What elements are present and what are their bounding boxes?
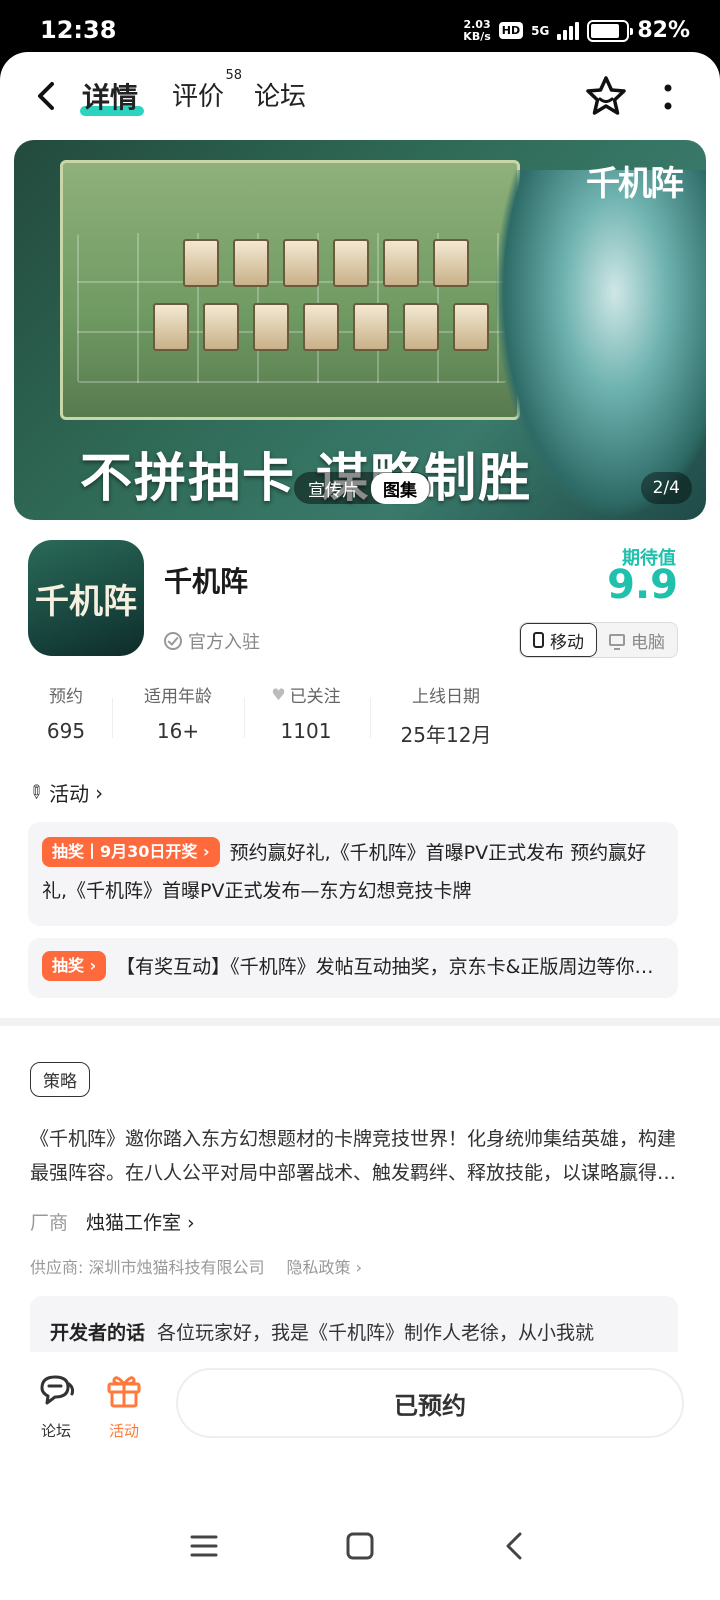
status-time: 12:38	[40, 16, 117, 44]
stat-reservations: 预约 695	[46, 687, 86, 743]
game-description[interactable]: 《千机阵》邀你踏入东方幻想题材的卡牌竞技世界！化身统帅集结英雄，构建最强阵容。在…	[30, 1122, 680, 1190]
stat-age-rating: 适用年龄 16+	[144, 687, 212, 743]
verified-check-icon	[164, 632, 182, 650]
battery-percent: 82%	[637, 18, 690, 43]
battery-icon	[587, 19, 634, 42]
signal-icon	[557, 21, 580, 40]
media-banner[interactable]: 千机阵 不拼抽卡 谋略制胜 宣传片 图集 2/4	[14, 140, 706, 520]
stat-release-date: 上线日期 25年12月	[400, 687, 492, 747]
forum-chat-icon	[40, 1375, 75, 1405]
official-badge: 官方入驻	[164, 628, 260, 654]
stats-row: 预约 695 适用年龄 16+ ♥ 已关注 1101 上线日期 25年12月	[0, 682, 720, 752]
phone-icon	[533, 632, 544, 648]
app-screen: 详情 评价 58 论坛 千机阵 不拼抽卡 谋略制胜 宣传片 图集 2/4 千机阵…	[0, 52, 720, 1600]
activity-card-1[interactable]: 抽奖丨9月30日开奖 › 预约赢好礼,《千机阵》首曝PV正式发布 预约赢好礼,《千…	[28, 822, 678, 926]
computer-icon	[609, 634, 625, 650]
back-icon[interactable]	[30, 76, 64, 116]
gift-icon	[107, 1376, 141, 1408]
top-navigation: 详情 评价 58 论坛	[0, 52, 720, 140]
lottery-badge: 抽奖丨9月30日开奖 ›	[42, 837, 220, 867]
media-type-toggle: 宣传片 图集	[294, 472, 431, 504]
activity-section-link[interactable]: ✎ 活动 ›	[23, 778, 104, 807]
review-count: 58	[225, 68, 243, 83]
status-icons: 2.03 KB/s HD 5G 82%	[463, 18, 690, 43]
lottery-badge: 抽奖 ›	[42, 951, 107, 981]
menu-icon[interactable]	[184, 1528, 224, 1564]
genre-tag[interactable]: 策略	[30, 1062, 90, 1097]
reserved-button[interactable]: 已预约	[176, 1368, 684, 1438]
tab-forum[interactable]: 论坛	[254, 76, 306, 113]
bottom-activity-button[interactable]: 活动	[94, 1372, 154, 1441]
favorite-star-icon[interactable]	[584, 74, 628, 118]
banner-page-indicator: 2/4	[640, 472, 692, 504]
toggle-video[interactable]: 宣传片	[296, 473, 371, 504]
toggle-gallery[interactable]: 图集	[371, 472, 429, 504]
heart-icon: ♥	[271, 685, 286, 704]
supplier-row: 供应商: 深圳市烛猫科技有限公司 隐私政策 ›	[30, 1254, 362, 1278]
app-icon: 千机阵	[28, 540, 144, 656]
vendor-row[interactable]: 厂商 烛猫工作室 ›	[30, 1208, 195, 1235]
platform-mobile[interactable]: 移动	[520, 623, 597, 657]
chevron-right-icon: ›	[95, 780, 104, 805]
app-name: 千机阵	[164, 565, 249, 598]
hd-icon: HD	[498, 22, 524, 39]
home-icon[interactable]	[340, 1528, 380, 1564]
supplier-name: 供应商: 深圳市烛猫科技有限公司	[30, 1258, 265, 1277]
vendor-name: 烛猫工作室 ›	[86, 1212, 195, 1234]
platform-switch: 移动 电脑	[519, 622, 678, 658]
network-type: 5G	[531, 23, 550, 38]
platform-pc[interactable]: 电脑	[597, 623, 677, 657]
gameplay-screenshot	[60, 160, 520, 420]
network-speed: 2.03 KB/s	[463, 17, 491, 43]
expectation-score: 9.9	[607, 562, 678, 608]
bottom-forum-button[interactable]: 论坛	[26, 1372, 86, 1441]
privacy-policy-link[interactable]: 隐私政策 ›	[286, 1254, 362, 1278]
pin-icon: ✎	[22, 779, 49, 806]
tab-details[interactable]: 详情	[82, 76, 138, 116]
activity-card-2[interactable]: 抽奖 › 【有奖互动】《千机阵》发帖互动抽奖，京东卡&正版周边等你来拿	[28, 938, 678, 998]
status-bar: 12:38 2.03 KB/s HD 5G 82%	[0, 0, 720, 60]
more-options-icon[interactable]	[656, 80, 680, 116]
system-navigation-bar	[0, 1492, 720, 1600]
tab-reviews[interactable]: 评价 58	[172, 68, 242, 113]
stat-followers: ♥ 已关注 1101	[271, 685, 341, 743]
back-nav-icon[interactable]	[494, 1528, 534, 1564]
bottom-action-bar: 论坛 活动 已预约	[0, 1352, 720, 1462]
banner-game-logo: 千机阵	[586, 164, 684, 204]
